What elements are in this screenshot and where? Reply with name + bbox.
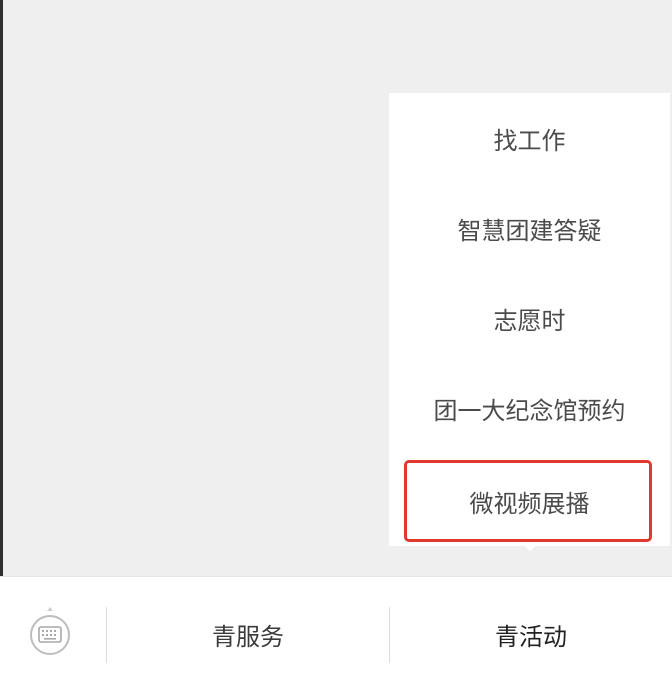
submenu-popup: 找工作 智慧团建答疑 志愿时 团一大纪念馆预约 微视频展播 xyxy=(389,93,670,546)
menu-item-find-job[interactable]: 找工作 xyxy=(389,93,670,183)
tab-youth-service[interactable]: 青服务 xyxy=(107,601,389,667)
menu-item-memorial-reservation[interactable]: 团一大纪念馆预约 xyxy=(389,363,670,453)
popup-arrow xyxy=(519,541,541,551)
tab-youth-activity[interactable]: 青活动 xyxy=(390,601,672,667)
menu-item-volunteer-hours[interactable]: 志愿时 xyxy=(389,273,670,363)
keyboard-toggle-icon[interactable] xyxy=(27,603,73,659)
menu-item-smart-league-faq[interactable]: 智慧团建答疑 xyxy=(389,183,670,273)
bottom-menu-bar: 青服务 青活动 xyxy=(0,576,672,686)
menu-item-micro-video[interactable]: 微视频展播 xyxy=(389,463,670,539)
chat-screen: 找工作 智慧团建答疑 志愿时 团一大纪念馆预约 微视频展播 青服务 青活动 xyxy=(0,0,672,686)
